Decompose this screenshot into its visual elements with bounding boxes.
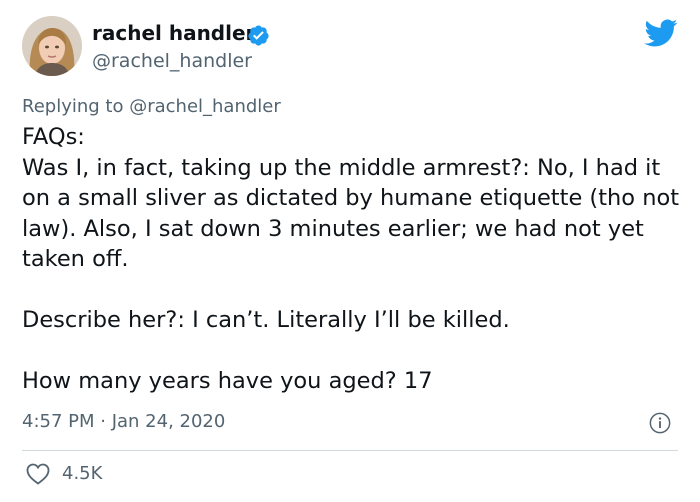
author-display-name[interactable]: rachel handler [92,20,255,46]
tweet-line-describe: Describe her?: I can’t. Literally I’ll b… [22,307,510,333]
tweet-card: rachel handler @rachel_handler Replying … [0,0,700,502]
tweet-body: FAQs: Was I, in fact, taking up the midd… [22,122,682,397]
tweet-line-faqs: FAQs: [22,124,85,150]
tweet-line-armrest: Was I, in fact, taking up the middle arm… [22,154,687,273]
twitter-bird-icon[interactable] [644,19,678,47]
divider [22,450,678,451]
avatar[interactable] [22,16,82,76]
replying-to-prefix: Replying to [22,96,130,117]
avatar-image [22,16,82,76]
like-count: 4.5K [62,463,103,484]
replying-to: Replying to @rachel_handler [22,95,281,119]
author-handle[interactable]: @rachel_handler [92,49,252,73]
tweet-timestamp[interactable]: 4:57 PM · Jan 24, 2020 [22,410,225,434]
verified-badge-icon [248,25,269,46]
tweet-line-aged: How many years have you aged? 17 [22,368,433,394]
reply-mention-link[interactable]: @rachel_handler [129,96,281,117]
info-icon[interactable] [649,412,671,434]
heart-icon[interactable] [26,463,50,485]
